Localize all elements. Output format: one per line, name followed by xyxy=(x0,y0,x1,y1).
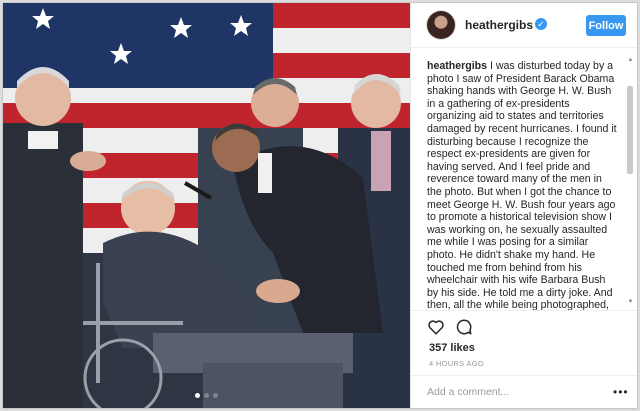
caption-username[interactable]: heathergibs xyxy=(427,60,487,72)
comment-bubble-icon[interactable] xyxy=(455,318,473,336)
carousel-dot-3[interactable] xyxy=(213,393,218,398)
likes-count[interactable]: 357 likes xyxy=(429,342,475,354)
comment-input[interactable] xyxy=(427,383,587,401)
caption-text: I was disturbed today by a photo I saw o… xyxy=(427,60,617,310)
follow-button[interactable]: Follow xyxy=(586,15,626,36)
caption-area: heathergibs I was disturbed today by a p… xyxy=(411,48,637,310)
more-options-icon[interactable]: ••• xyxy=(613,385,629,399)
header-username[interactable]: heathergibs xyxy=(465,18,533,32)
post-timestamp[interactable]: 4 HOURS AGO xyxy=(429,359,484,368)
carousel-indicator xyxy=(3,393,410,398)
comment-row: ••• xyxy=(411,375,637,408)
carousel-dot-2[interactable] xyxy=(204,393,209,398)
post-header: heathergibs ✓ Follow xyxy=(411,3,637,48)
post-actions: 357 likes 4 HOURS AGO ••• xyxy=(411,310,637,408)
carousel-dot-1[interactable] xyxy=(195,393,200,398)
scroll-down-arrow-icon[interactable]: ▼ xyxy=(626,298,635,306)
avatar[interactable] xyxy=(427,11,455,39)
photo-illustration xyxy=(3,3,410,408)
scroll-thumb[interactable] xyxy=(627,86,633,174)
verified-badge-icon: ✓ xyxy=(535,18,547,30)
caption-scrollbar[interactable]: ▲ ▼ xyxy=(626,56,635,306)
post-side-panel: heathergibs ✓ Follow heathergibs I was d… xyxy=(410,3,637,408)
scroll-up-arrow-icon[interactable]: ▲ xyxy=(626,56,635,64)
caption: heathergibs I was disturbed today by a p… xyxy=(427,60,618,310)
instagram-post: heathergibs ✓ Follow heathergibs I was d… xyxy=(2,2,638,409)
heart-icon[interactable] xyxy=(427,318,445,336)
post-photo[interactable] xyxy=(3,3,410,408)
